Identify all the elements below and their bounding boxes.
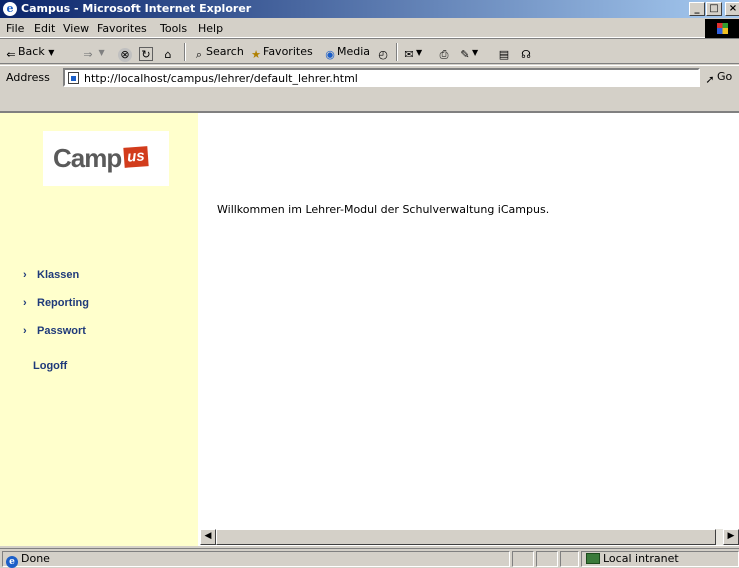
back-label: Back [18,45,45,58]
bullet-icon: › [23,269,27,281]
refresh-button[interactable]: ↻ [139,44,153,61]
minimize-button[interactable]: _ [689,2,705,16]
menu-edit[interactable]: Edit [34,22,55,35]
sidebar: Camp us › Klassen › Reporting › Passwort Lo… [0,113,198,546]
menu-favorites[interactable]: Favorites [97,22,147,35]
printer-icon: ⎙ [439,48,449,61]
favorites-icon: ★ [251,48,261,61]
status-panel [512,551,534,567]
nav-item-klassen[interactable]: › Klassen [23,269,79,281]
bullet-icon: › [23,297,27,309]
go-label: Go [717,70,733,83]
welcome-text: Willkommen im Lehrer-Modul der Schulverw… [217,203,550,216]
search-button[interactable]: ⌕ Search [192,44,244,61]
history-icon: ◴ [378,48,388,61]
media-button[interactable]: ◉ Media [323,44,371,61]
logoff-link[interactable]: Logoff [33,360,67,372]
back-arrow-icon: ⇐ [6,48,16,61]
close-button[interactable]: × [725,2,739,16]
security-zone: Local intranet [581,551,739,567]
zone-label: Local intranet [603,552,679,565]
toolbar: ⇐ Back ▼ ⇒ ▼ ⊗ ↻ ⌂ ⌕ Search ★ Favorites ◉ Me… [0,40,739,64]
stop-icon: ⊗ [118,48,132,62]
discuss-icon: ▤ [498,48,510,61]
window-title: Campus - Microsoft Internet Explorer [21,2,252,15]
logo-badge: us [123,146,149,168]
toolbar-separator [184,43,186,61]
chevron-down-icon: ▼ [416,48,423,57]
address-url: http://localhost/campus/lehrer/default_l… [84,72,358,85]
page-done-icon: e [6,556,18,568]
media-icon: ◉ [325,48,335,61]
favorites-button[interactable]: ★ Favorites [249,44,313,61]
forward-arrow-icon: ⇒ [83,48,93,61]
logo-text: Camp [53,143,122,173]
favorites-label: Favorites [263,45,313,58]
nav-label: Passwort [37,325,86,337]
refresh-icon: ↻ [139,47,153,61]
nav-label: Reporting [37,297,89,309]
scroll-left-button[interactable]: ◀ [200,529,216,545]
address-label: Address [6,71,50,84]
title-bar: e Campus - Microsoft Internet Explorer _… [0,0,739,18]
nav-item-reporting[interactable]: › Reporting [23,297,89,309]
discuss-button[interactable]: ▤ [497,44,511,61]
chevron-down-icon: ▼ [98,48,105,57]
home-button[interactable]: ⌂ [161,44,175,61]
chevron-down-icon: ▼ [48,48,55,57]
status-panel [560,551,579,567]
bullet-icon: › [23,325,27,337]
chevron-down-icon: ▼ [472,48,479,57]
menu-file[interactable]: File [6,22,24,35]
status-text: e Done [2,551,510,568]
browser-window: e Campus - Microsoft Internet Explorer _… [0,0,739,568]
windows-logo-icon [705,19,739,38]
nav-item-passwort[interactable]: › Passwort [23,325,86,337]
nav-label: Klassen [37,269,80,281]
stop-button[interactable]: ⊗ [118,44,132,62]
horizontal-scrollbar[interactable]: ◀ ▶ [200,529,739,545]
toolbar-separator [396,43,398,61]
maximize-button[interactable]: □ [706,2,722,16]
print-button[interactable]: ⎙ [437,44,451,61]
media-label: Media [337,45,371,58]
status-bar: e Done Local intranet [0,548,739,568]
home-icon: ⌂ [164,48,172,61]
history-button[interactable]: ◴ [376,44,390,61]
forward-button[interactable]: ⇒ ▼ [81,44,105,61]
search-icon: ⌕ [195,48,203,61]
page-content: Camp us › Klassen › Reporting › Passwort Lo… [0,111,739,546]
messenger-button[interactable]: ☊ [519,44,533,61]
status-label: Done [21,552,50,565]
messenger-icon: ☊ [521,48,531,61]
intranet-icon [586,553,600,564]
go-button[interactable]: ➚ Go [703,70,732,87]
back-button[interactable]: ⇐ Back ▼ [4,44,55,61]
menu-tools[interactable]: Tools [160,22,187,35]
address-input[interactable]: http://localhost/campus/lehrer/default_l… [63,68,700,87]
edit-icon: ✎ [460,48,470,61]
edit-button[interactable]: ✎ ▼ [458,44,479,61]
campus-logo: Camp us [43,131,169,186]
menu-help[interactable]: Help [198,22,223,35]
address-bar: Address http://localhost/campus/lehrer/d… [0,65,739,88]
mail-icon: ✉ [404,48,414,61]
mail-button[interactable]: ✉ ▼ [402,44,423,61]
menu-view[interactable]: View [63,22,89,35]
internet-explorer-icon: e [3,2,17,16]
scroll-right-button[interactable]: ▶ [723,529,739,545]
search-label: Search [206,45,244,58]
go-arrow-icon: ➚ [705,73,715,86]
menu-bar: File Edit View Favorites Tools Help [0,18,739,38]
page-icon [68,72,79,84]
scroll-thumb[interactable] [216,529,716,545]
status-panel [536,551,558,567]
